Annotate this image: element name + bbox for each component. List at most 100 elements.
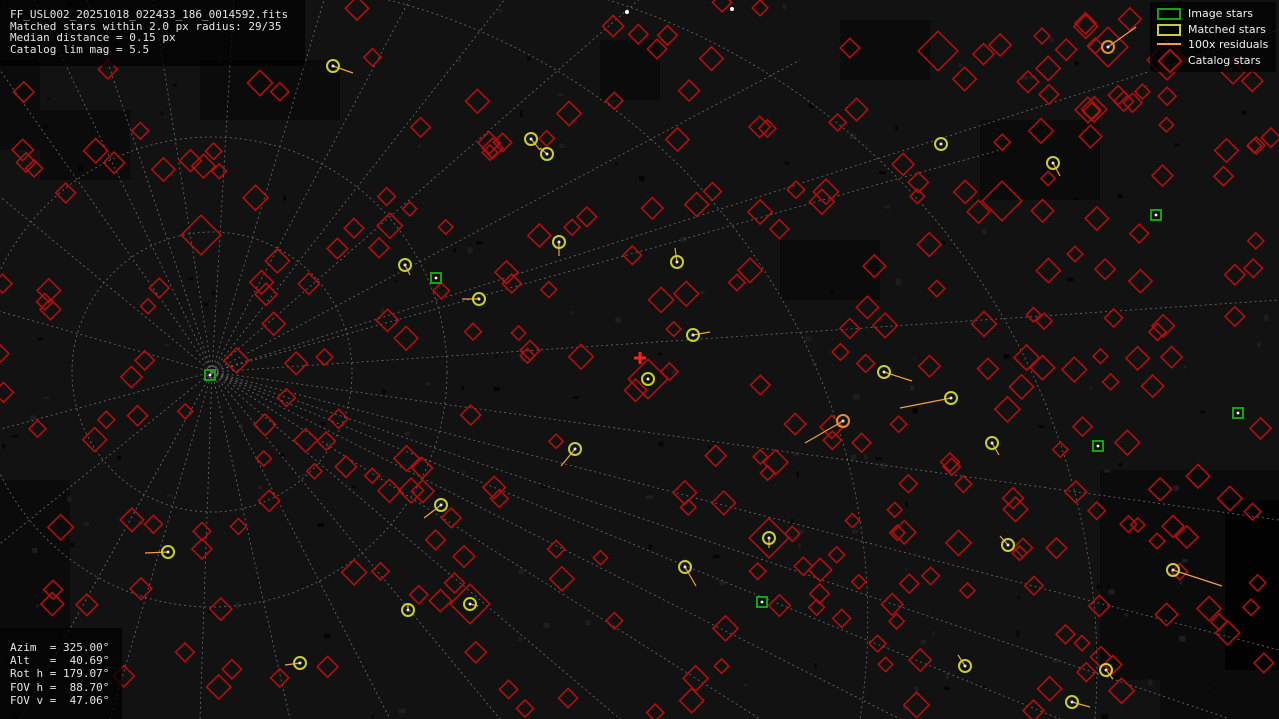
- catalog-star-marker: [393, 325, 420, 352]
- catalog-star-marker: [253, 412, 277, 437]
- sky-texture-speck: [886, 645, 890, 649]
- catalog-star-marker: [548, 565, 576, 593]
- catalog-star-marker: [1140, 373, 1165, 399]
- dark-sky-patch: [200, 60, 340, 120]
- catalog-star-marker: [1012, 537, 1034, 559]
- sky-texture-speck: [29, 415, 36, 420]
- catalog-star-marker: [1223, 305, 1246, 328]
- sky-texture-speck: [258, 485, 262, 490]
- catalog-star-marker: [452, 544, 476, 569]
- catalog-star-marker: [557, 687, 579, 709]
- catalog-star-marker: [180, 214, 222, 256]
- azimuth-line: [211, 371, 1061, 719]
- catalog-star-marker: [0, 273, 14, 295]
- sky-texture-speck: [932, 631, 935, 635]
- sky-texture-speck: [1200, 410, 1206, 414]
- sky-texture-speck: [1174, 143, 1180, 146]
- star-core: [406, 608, 410, 612]
- sky-texture-speck: [520, 110, 523, 117]
- catalog-star-marker: [1150, 164, 1175, 188]
- legend-label: Matched stars: [1188, 23, 1266, 36]
- legend-matched-stars: Matched stars: [1150, 22, 1276, 37]
- catalog-star-marker: [297, 272, 321, 296]
- catalog-star-marker: [1073, 634, 1091, 652]
- catalog-star-marker: [916, 231, 943, 258]
- sky-texture-speck: [1089, 386, 1092, 390]
- catalog-star-marker: [255, 449, 273, 468]
- catalog-star-marker: [1051, 440, 1070, 459]
- catalog-star-marker: [1071, 415, 1094, 438]
- star-core: [939, 142, 943, 146]
- sky-texture-speck: [852, 529, 859, 534]
- azimuth-line: [199, 371, 213, 719]
- catalog-star-swatch-icon: [1157, 48, 1183, 74]
- catalog-star-marker: [463, 322, 483, 342]
- catalog-star-marker: [0, 343, 10, 364]
- azimuth-line: [211, 371, 1231, 719]
- catalog-star-marker: [392, 444, 421, 473]
- catalog-star-marker: [672, 280, 700, 308]
- star-core: [1106, 45, 1110, 49]
- star-core: [1104, 668, 1108, 672]
- catalog-star-marker: [812, 177, 840, 206]
- sky-texture-speck: [1096, 584, 1101, 589]
- catalog-star-marker: [759, 464, 776, 482]
- sky-texture-speck: [467, 247, 473, 254]
- sky-texture-speck: [905, 501, 908, 507]
- residual-vector: [144, 551, 169, 554]
- catalog-star-marker: [148, 276, 171, 300]
- star-core: [949, 396, 953, 400]
- star-core: [841, 419, 845, 423]
- catalog-star-marker: [1158, 116, 1175, 134]
- star-core: [208, 373, 212, 377]
- catalog-star-marker: [851, 432, 873, 454]
- catalog-star-marker: [510, 324, 527, 342]
- azimuth-line: [0, 311, 213, 373]
- residual-vector: [899, 397, 952, 409]
- sky-texture-speck: [912, 408, 918, 414]
- catalog-star-marker: [555, 100, 583, 127]
- sky-texture-speck: [559, 143, 565, 148]
- sky-texture-speck: [571, 310, 574, 316]
- sky-texture-speck: [398, 708, 406, 714]
- azimuth-line: [211, 371, 761, 719]
- catalog-star-marker: [713, 657, 730, 675]
- sky-texture-speck: [2, 443, 6, 449]
- sky-texture-speck: [47, 97, 50, 101]
- sky-texture-speck: [301, 474, 306, 477]
- catalog-star-marker: [370, 561, 391, 582]
- sky-texture-speck: [494, 355, 498, 358]
- catalog-star-marker: [81, 426, 108, 453]
- sky-texture-speck: [42, 124, 49, 130]
- star-core: [760, 600, 764, 604]
- catalog-star-marker: [1054, 623, 1077, 645]
- sky-texture-speck: [476, 241, 483, 245]
- sky-texture-speck: [323, 633, 331, 639]
- residual-vector: [560, 448, 576, 467]
- sky-texture-speck: [1179, 580, 1183, 585]
- catalog-star-marker: [1066, 245, 1084, 263]
- dark-sky-patch: [40, 110, 130, 180]
- catalog-star-marker: [139, 297, 157, 315]
- dark-sky-patch: [840, 20, 930, 80]
- catalog-star-marker: [547, 432, 565, 450]
- sky-texture-speck: [188, 277, 193, 281]
- star-core: [1006, 543, 1010, 547]
- catalog-star-marker: [951, 66, 978, 92]
- catalog-star-marker: [746, 198, 774, 226]
- dark-sky-patch: [980, 120, 1100, 200]
- catalog-star-marker: [647, 286, 675, 314]
- catalog-star-marker: [887, 612, 906, 631]
- bright-star: [730, 7, 734, 11]
- sky-texture-speck: [78, 165, 85, 172]
- star-core: [1154, 213, 1158, 217]
- sky-texture-speck: [982, 685, 986, 689]
- catalog-star-marker: [1084, 205, 1110, 232]
- sky-texture-speck: [1101, 713, 1109, 719]
- catalog-star-marker: [130, 121, 150, 141]
- catalog-star-marker: [927, 279, 947, 298]
- catalog-star-marker: [1001, 486, 1025, 510]
- sky-texture-speck: [850, 455, 857, 461]
- catalog-star-marker: [827, 545, 846, 564]
- sky-texture-speck: [658, 352, 662, 356]
